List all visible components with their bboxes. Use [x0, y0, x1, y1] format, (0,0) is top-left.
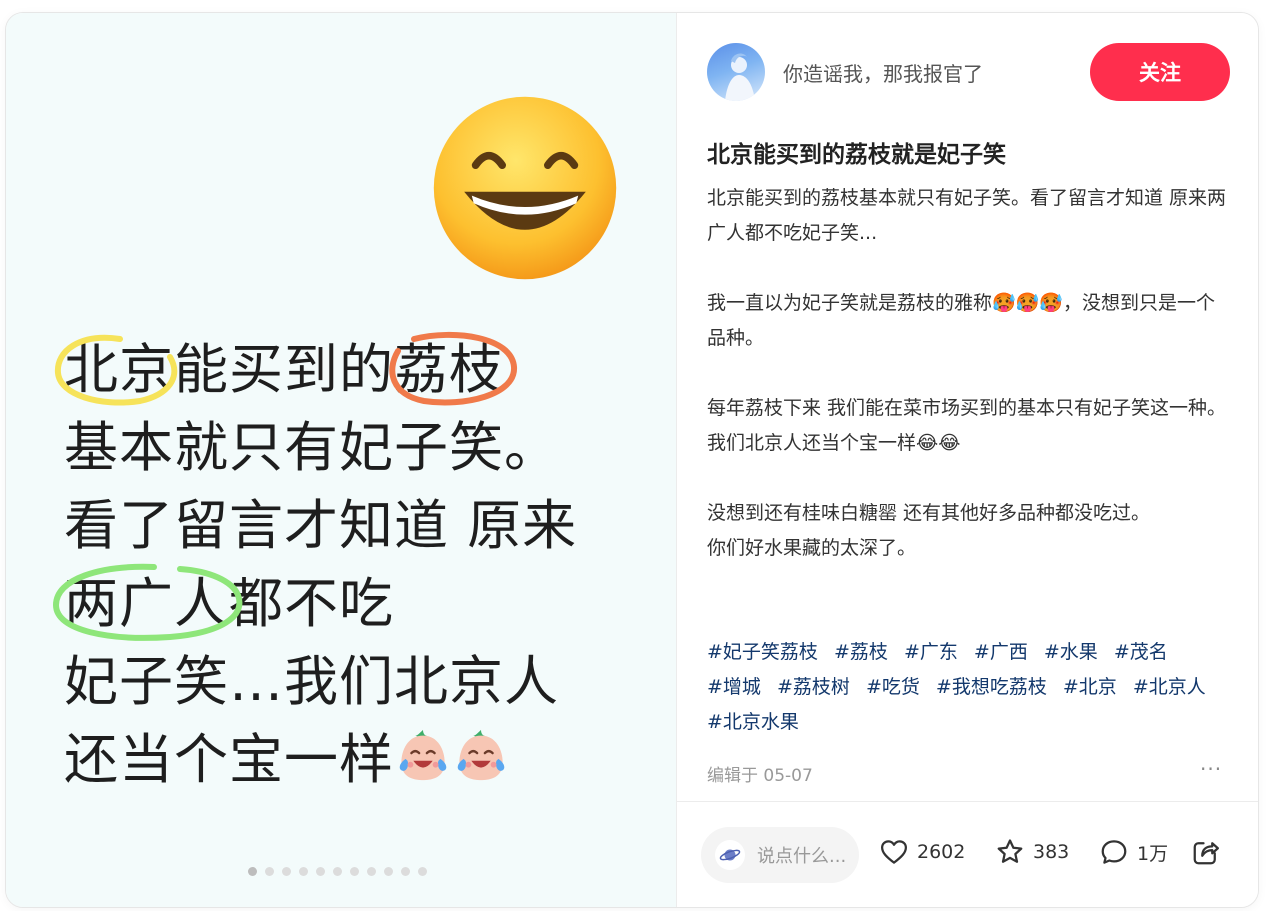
hashtag-link[interactable]: #北京 — [1063, 676, 1117, 698]
share-icon — [1193, 842, 1219, 865]
hashtag-link[interactable]: #北京水果 — [707, 711, 799, 733]
image-line-3: 看了留言才知道 原来 — [64, 494, 578, 557]
carousel-dot[interactable] — [248, 867, 257, 876]
carousel-dot[interactable] — [384, 867, 393, 876]
more-button[interactable]: ··· — [1200, 757, 1222, 781]
post-paragraph: 每年荔枝下来 我们能在菜市场买到的基本只有妃子笑这一种。我们北京人还当个宝一样😂… — [707, 397, 1227, 454]
note-image[interactable]: 北京 能买到的 荔枝 基本就只有妃子笑。 看了留言才知道 原来 两广人 都不吃 — [6, 13, 676, 907]
image-line-2: 基本就只有妃子笑。 — [64, 416, 559, 479]
carousel-dot[interactable] — [333, 867, 342, 876]
post-panel: 你造谣我，那我报官了 关注 北京能买到的荔枝就是妃子笑 北京能买到的荔枝基本就只… — [677, 13, 1258, 907]
hashtag-link[interactable]: #吃货 — [866, 676, 920, 698]
author-name[interactable]: 你造谣我，那我报官了 — [783, 58, 983, 87]
planet-icon — [715, 840, 745, 870]
comment-button[interactable]: 1万 — [1099, 837, 1168, 867]
like-button[interactable]: 2602 — [879, 837, 965, 867]
crying-laughing-peach-icon — [399, 729, 447, 781]
post-title: 北京能买到的荔枝就是妃子笑 — [707, 142, 1006, 168]
image-line-6: 还当个宝一样 — [64, 721, 664, 799]
hashtag-link[interactable]: #北京人 — [1133, 676, 1206, 698]
hashtag-link[interactable]: #增城 — [707, 676, 761, 698]
grinning-face-emoji-icon — [433, 96, 617, 280]
post-paragraph: 我一直以为妃子笑就是荔枝的雅称🥵🥵🥵，没想到只是一个品种。 — [707, 292, 1215, 349]
avatar[interactable] — [707, 43, 765, 101]
comment-bubble-icon — [1101, 840, 1127, 864]
hashtag-link[interactable]: #水果 — [1044, 641, 1098, 663]
hashtag-link[interactable]: #我想吃荔枝 — [936, 676, 1047, 698]
edit-date: 编辑于 05-07 — [707, 766, 813, 786]
engage-bar: 说点什么... 2602 383 1万 — [677, 825, 1258, 885]
hashtag-link[interactable]: #妃子笑荔枝 — [707, 641, 818, 663]
collect-button[interactable]: 383 — [995, 837, 1069, 867]
hashtag-link[interactable]: #广东 — [904, 641, 958, 663]
post-paragraph: 北京能买到的荔枝基本就只有妃子笑。看了留言才知道 原来两广人都不吃妃子笑... — [707, 187, 1227, 244]
note-card: 北京 能买到的 荔枝 基本就只有妃子笑。 看了留言才知道 原来 两广人 都不吃 — [5, 12, 1259, 908]
follow-button[interactable]: 关注 — [1090, 43, 1230, 101]
share-button[interactable] — [1191, 837, 1221, 867]
comment-placeholder: 说点什么... — [757, 846, 847, 867]
hashtag-link[interactable]: #荔枝 — [834, 641, 888, 663]
post-paragraph: 没想到还有桂味白糖罂 还有其他好多品种都没吃过。 — [707, 502, 1151, 524]
image-line-5: 妃子笑…我们北京人 — [64, 650, 559, 713]
post-paragraph: 你们好水果藏的太深了。 — [707, 537, 917, 559]
carousel-dot[interactable] — [316, 867, 325, 876]
highlight-lizhi: 荔枝 — [389, 331, 517, 409]
hashtag-link[interactable]: #茂名 — [1114, 641, 1168, 663]
star-icon — [997, 839, 1023, 863]
hashtag-link[interactable]: #广西 — [974, 641, 1028, 663]
carousel-dot[interactable] — [282, 867, 291, 876]
avatar-figure-icon — [725, 53, 755, 101]
image-caption: 北京 能买到的 荔枝 基本就只有妃子笑。 看了留言才知道 原来 两广人 都不吃 — [52, 331, 664, 799]
like-count: 2602 — [917, 841, 966, 863]
carousel-dot[interactable] — [299, 867, 308, 876]
highlight-liangguang: 两广人 — [52, 563, 243, 643]
heart-icon — [881, 840, 907, 864]
carousel-indicator[interactable] — [248, 867, 427, 876]
comment-input[interactable]: 说点什么... — [701, 827, 859, 883]
comment-count: 1万 — [1137, 842, 1169, 865]
crying-laughing-peach-icon — [457, 729, 505, 781]
hashtag-link[interactable]: #荔枝树 — [777, 676, 850, 698]
carousel-dot[interactable] — [367, 867, 376, 876]
divider — [677, 801, 1258, 802]
carousel-dot[interactable] — [401, 867, 410, 876]
image-line-4: 两广人 都不吃 — [52, 563, 664, 643]
carousel-dot[interactable] — [350, 867, 359, 876]
carousel-dot[interactable] — [265, 867, 274, 876]
highlight-beijing: 北京 — [54, 331, 178, 409]
tag-list: #妃子笑荔枝 #荔枝 #广东 #广西 #水果 #茂名 #增城 #荔枝树 #吃货 … — [707, 635, 1227, 740]
post-body: 北京能买到的荔枝基本就只有妃子笑。看了留言才知道 原来两广人都不吃妃子笑... 我… — [707, 181, 1227, 566]
collect-count: 383 — [1033, 841, 1070, 863]
carousel-dot[interactable] — [418, 867, 427, 876]
image-line-1: 北京 能买到的 荔枝 — [54, 331, 664, 409]
